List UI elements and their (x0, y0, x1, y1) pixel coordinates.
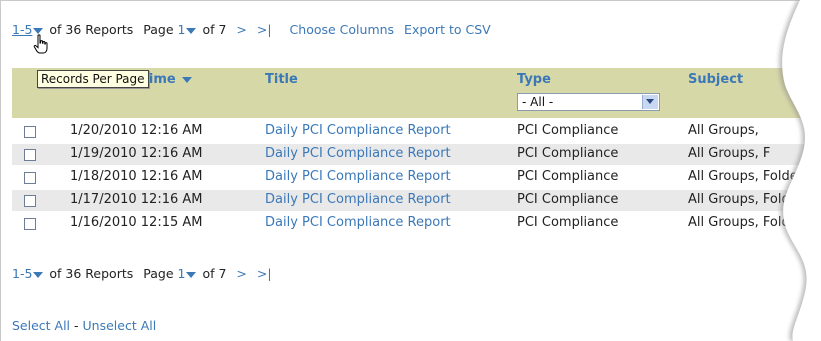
torn-edge-decoration (779, 0, 821, 341)
hand-cursor-icon (33, 34, 48, 54)
records-per-page-tooltip: Records Per Page (37, 70, 149, 88)
